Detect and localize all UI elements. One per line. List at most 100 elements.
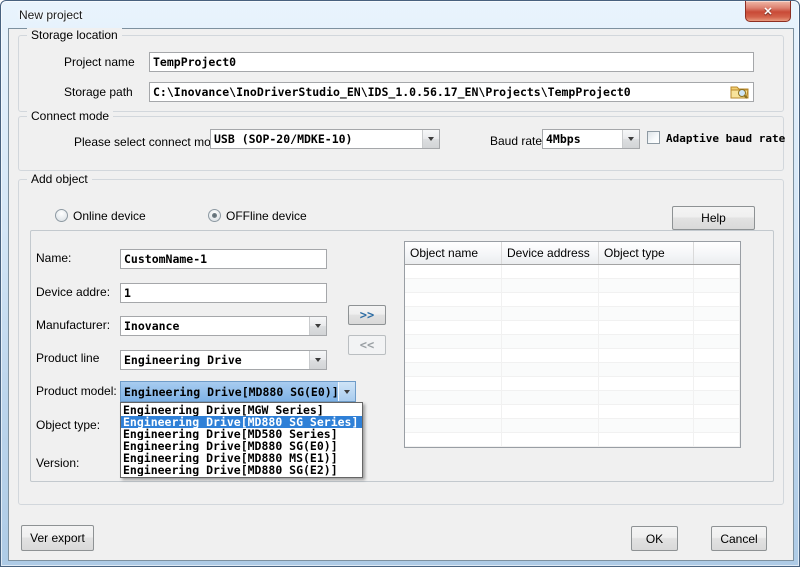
name-input[interactable]: CustomName-1 (120, 249, 327, 269)
online-radio[interactable] (55, 209, 68, 222)
close-button[interactable]: ✕ (745, 1, 791, 22)
table-row (405, 391, 740, 405)
product-model-dropdown-button[interactable] (338, 382, 355, 401)
project-name-input[interactable]: TempProject0 (149, 52, 754, 72)
move-right-button[interactable]: >> (348, 305, 386, 325)
table-row (405, 321, 740, 335)
table-cell (694, 307, 740, 320)
table-cell (599, 265, 694, 278)
device-address-input[interactable]: 1 (120, 283, 327, 303)
product-model-option[interactable]: Engineering Drive[MGW Series] (121, 404, 362, 416)
chevron-down-icon (315, 358, 321, 362)
table-cell (694, 419, 740, 432)
product-model-label: Product model: (36, 384, 117, 398)
manufacturer-select[interactable]: Inovance (120, 316, 327, 336)
table-row (405, 377, 740, 391)
table-row (405, 335, 740, 349)
baud-rate-label: Baud rate (490, 134, 542, 148)
table-cell (502, 335, 599, 348)
table-cell (599, 293, 694, 306)
ver-export-button[interactable]: Ver export (21, 525, 94, 551)
ok-button[interactable]: OK (631, 526, 678, 551)
table-row (405, 363, 740, 377)
product-model-option[interactable]: Engineering Drive[MD880 SG(E0)] (121, 440, 362, 452)
product-line-select[interactable]: Engineering Drive (120, 350, 327, 370)
table-cell (502, 419, 599, 432)
table-cell (502, 279, 599, 292)
table-cell (599, 391, 694, 404)
table-cell (599, 279, 694, 292)
table-cell (694, 335, 740, 348)
column-header[interactable]: Device address (502, 242, 599, 264)
table-cell (599, 377, 694, 390)
object-table: Object name Device address Object type (404, 241, 741, 448)
connect-mode-group: Connect mode Please select connect mode … (18, 116, 784, 171)
table-cell (405, 335, 502, 348)
table-cell (694, 405, 740, 418)
table-row (405, 279, 740, 293)
help-button[interactable]: Help (672, 206, 755, 230)
dialog-title: New project (19, 8, 82, 22)
column-header[interactable]: Object type (599, 242, 694, 264)
title-bar[interactable]: New project ✕ (1, 1, 799, 29)
product-model-option[interactable]: Engineering Drive[MD880 MS(E1)] (121, 452, 362, 464)
manufacturer-dropdown-button[interactable] (309, 317, 326, 335)
connect-mode-dropdown-button[interactable] (422, 130, 439, 148)
table-row (405, 419, 740, 433)
table-cell (599, 321, 694, 334)
adaptive-baud-label: Adaptive baud rate (666, 132, 785, 145)
product-model-option[interactable]: Engineering Drive[MD880 SG(E2)] (121, 464, 362, 476)
product-model-option[interactable]: Engineering Drive[MD580 Series] (121, 428, 362, 440)
table-cell (502, 405, 599, 418)
offline-radio[interactable] (208, 209, 221, 222)
storage-path-input[interactable]: C:\Inovance\InoDriverStudio_EN\IDS_1.0.5… (149, 82, 754, 102)
browse-folder-icon[interactable] (730, 84, 750, 100)
baud-rate-dropdown-button[interactable] (622, 130, 639, 148)
table-row (405, 265, 740, 279)
table-cell (405, 405, 502, 418)
product-model-select[interactable]: Engineering Drive[MD880 SG(E0)] (120, 381, 356, 402)
table-cell (599, 307, 694, 320)
project-name-value: TempProject0 (153, 55, 750, 69)
table-cell (599, 433, 694, 446)
product-line-dropdown-button[interactable] (309, 351, 326, 369)
column-header[interactable]: Object name (405, 242, 502, 264)
table-cell (405, 321, 502, 334)
table-cell (502, 391, 599, 404)
table-cell (405, 391, 502, 404)
offline-radio-label[interactable]: OFFline device (226, 209, 307, 223)
connect-mode-label: Please select connect mode (74, 135, 224, 149)
chevron-down-icon (315, 324, 321, 328)
close-icon: ✕ (763, 5, 772, 18)
dialog-body: Storage location Project name TempProjec… (9, 29, 793, 560)
baud-rate-select[interactable]: 4Mbps (542, 129, 640, 149)
move-left-button[interactable]: << (348, 335, 386, 355)
table-cell (599, 405, 694, 418)
table-cell (502, 293, 599, 306)
table-cell (405, 307, 502, 320)
table-cell (405, 433, 502, 446)
table-cell (405, 293, 502, 306)
cancel-button[interactable]: Cancel (711, 526, 767, 551)
table-cell (599, 349, 694, 362)
connect-mode-select[interactable]: USB (SOP-20/MDKE-10) (210, 129, 440, 149)
table-cell (405, 279, 502, 292)
table-cell (694, 279, 740, 292)
product-line-label: Product line (36, 351, 99, 365)
table-cell (694, 321, 740, 334)
product-model-value: Engineering Drive[MD880 SG(E0)] (124, 385, 338, 399)
online-radio-label[interactable]: Online device (73, 209, 146, 223)
table-cell (502, 363, 599, 376)
table-row (405, 307, 740, 321)
product-model-option[interactable]: Engineering Drive[MD880 SG Series] (121, 416, 362, 428)
table-cell (694, 391, 740, 404)
table-cell (502, 265, 599, 278)
add-object-panel: Name: CustomName-1 Device addre: 1 Manuf… (30, 230, 774, 482)
table-row (405, 433, 740, 447)
adaptive-baud-checkbox[interactable] (647, 131, 660, 144)
manufacturer-label: Manufacturer: (36, 318, 110, 332)
table-cell (405, 349, 502, 362)
column-header[interactable] (694, 242, 740, 264)
object-type-label: Object type: (36, 418, 100, 432)
storage-location-group-label: Storage location (27, 28, 122, 42)
